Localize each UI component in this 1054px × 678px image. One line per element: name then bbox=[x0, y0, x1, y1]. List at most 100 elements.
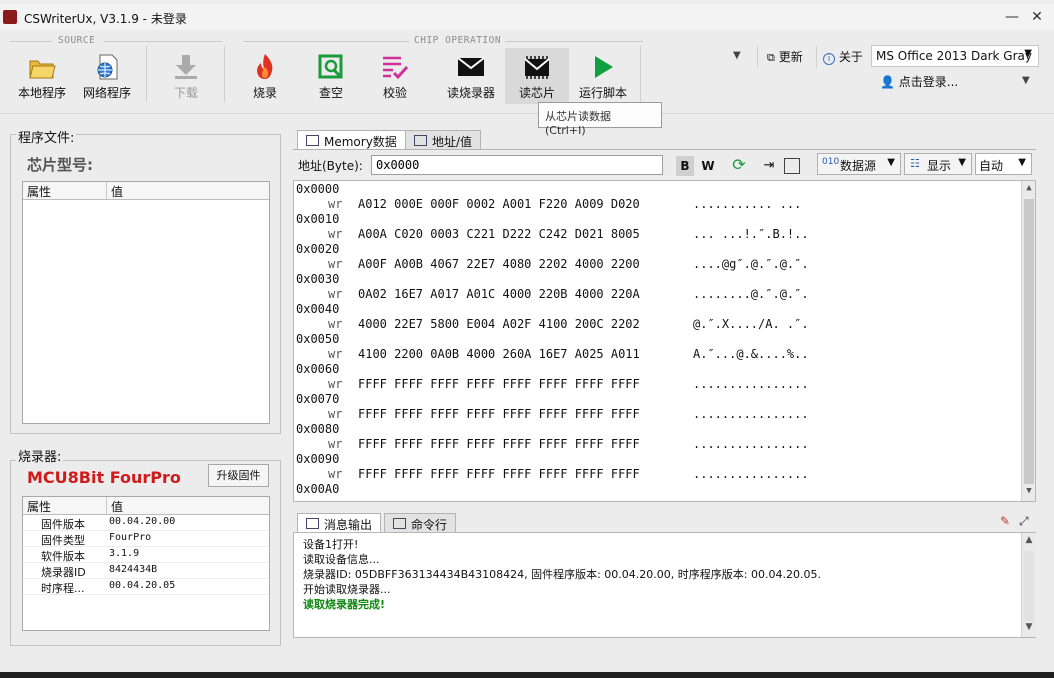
tab-memory-data[interactable]: Memory数据 bbox=[297, 130, 406, 150]
chevron-down-icon: ▼ bbox=[1018, 157, 1026, 168]
attr-column-header[interactable]: 属性 bbox=[23, 497, 107, 514]
export-icon[interactable]: ⇥ bbox=[760, 156, 778, 176]
about-button[interactable]: i 关于 bbox=[823, 48, 863, 65]
hex-ascii: @.″.X..../A. .″. bbox=[693, 317, 809, 331]
table-row[interactable]: 烧录器ID 8424434B bbox=[23, 563, 269, 579]
ribbon-toolbar: SOURCE CHIP OPERATION 本地程序 网络程序 下载 烧录 查空… bbox=[0, 30, 1054, 114]
play-icon bbox=[595, 56, 613, 78]
programmer-title: 烧录器: bbox=[16, 446, 64, 465]
scroll-down-icon[interactable]: ▼ bbox=[1022, 622, 1036, 636]
hex-wr-tag: wr bbox=[328, 227, 343, 241]
hex-ascii: ........... ... bbox=[693, 197, 802, 211]
app-window: CSWriterUx, V3.1.9 - 未登录 — ✕ SOURCE CHIP… bbox=[0, 0, 1054, 672]
verify-button[interactable]: 校验 bbox=[366, 48, 424, 104]
chevron-down-icon: ▼ bbox=[887, 157, 895, 168]
hex-address: 0x0030 bbox=[296, 272, 340, 286]
memory-tab-icon bbox=[306, 135, 319, 146]
hex-wr-tag: wr bbox=[328, 437, 343, 451]
download-button[interactable]: 下载 bbox=[157, 48, 215, 104]
burn-button[interactable]: 烧录 bbox=[236, 48, 294, 104]
group-line bbox=[505, 41, 643, 42]
memory-hex-view[interactable]: 0x0000 wr A012 000E 000F 0002 A001 F220 A0… bbox=[293, 180, 1036, 502]
toolbar-separator bbox=[816, 46, 817, 68]
chip-model-label: 芯片型号: bbox=[27, 156, 93, 174]
hex-address: 0x0070 bbox=[296, 392, 340, 406]
hex-wr-tag: wr bbox=[328, 467, 343, 481]
row-value: 00.04.20.05 bbox=[109, 580, 176, 591]
value-column-header[interactable]: 值 bbox=[107, 182, 269, 199]
user-icon: 👤 bbox=[880, 75, 895, 89]
table-row[interactable]: 固件类型 FourPro bbox=[23, 531, 269, 547]
source-group-caption: SOURCE bbox=[58, 35, 96, 46]
hex-words: 0A02 16E7 A017 A01C 4000 220B 4000 220A bbox=[358, 287, 640, 301]
attr-column-header[interactable]: 属性 bbox=[23, 182, 107, 199]
word-mode-button[interactable]: W bbox=[699, 156, 717, 176]
log-scroll-thumb[interactable] bbox=[1024, 551, 1034, 621]
display-dropdown[interactable]: ☷ 显示 ▼ bbox=[904, 153, 972, 175]
tab-memory-label: Memory数据 bbox=[324, 135, 397, 149]
scroll-up-icon[interactable]: ▲ bbox=[1022, 183, 1035, 197]
address-input[interactable] bbox=[371, 155, 663, 175]
datasource-dropdown[interactable]: 010 数据源 ▼ bbox=[817, 153, 901, 175]
hex-ascii: ....@g″.@.″.@.″. bbox=[693, 257, 809, 271]
scroll-down-icon[interactable]: ▼ bbox=[1022, 486, 1035, 500]
table-row[interactable]: 固件版本 00.04.20.00 bbox=[23, 515, 269, 531]
clear-log-icon[interactable]: ✎ bbox=[1000, 514, 1010, 528]
checklist-icon bbox=[383, 56, 409, 80]
message-output: 设备1打开! 读取设备信息... 烧录器ID: 05DBFF363134434B43… bbox=[293, 532, 1036, 638]
close-button[interactable]: ✕ bbox=[1028, 8, 1046, 26]
hex-address: 0x0020 bbox=[296, 242, 340, 256]
row-attr: 烧录器ID bbox=[41, 566, 86, 578]
group-line bbox=[104, 41, 222, 42]
minimize-button[interactable]: — bbox=[1003, 8, 1021, 26]
hex-scroll-thumb[interactable] bbox=[1024, 199, 1034, 484]
log-line: 读取设备信息... bbox=[303, 553, 380, 566]
hex-ascii: ................ bbox=[693, 407, 809, 421]
read-programmer-button[interactable]: 读烧录器 bbox=[438, 48, 504, 104]
hex-address: 0x0090 bbox=[296, 452, 340, 466]
upgrade-firmware-button[interactable]: 升级固件 bbox=[208, 464, 269, 487]
hex-ascii: ................ bbox=[693, 467, 809, 481]
image-icon[interactable] bbox=[784, 158, 800, 174]
blank-check-button[interactable]: 查空 bbox=[302, 48, 360, 104]
hex-words: 4000 22E7 5800 E004 A02F 4100 200C 2202 bbox=[358, 317, 640, 331]
network-program-button[interactable]: 网络程序 bbox=[78, 48, 136, 104]
group-line bbox=[243, 41, 409, 42]
tab-messages[interactable]: 消息输出 bbox=[297, 513, 382, 533]
theme-select[interactable]: MS Office 2013 Dark Gray ▼ bbox=[871, 45, 1039, 67]
hex-ascii: ................ bbox=[693, 377, 809, 391]
hex-ascii: ........@.″.@.″. bbox=[693, 287, 809, 301]
byte-mode-button[interactable]: B bbox=[676, 156, 694, 176]
program-attribute-grid: 属性 值 bbox=[22, 181, 270, 424]
read-chip-tooltip: 从芯片读数据 (Ctrl+I) bbox=[538, 102, 662, 137]
update-button[interactable]: ⧉ 更新 bbox=[767, 48, 803, 65]
hex-ascii: A.″...@.&....%.. bbox=[693, 347, 809, 361]
hex-scrollbar[interactable]: ▲ ▼ bbox=[1021, 181, 1035, 501]
hex-wr-tag: wr bbox=[328, 377, 343, 391]
address-tab-icon bbox=[414, 135, 427, 146]
folder-icon bbox=[29, 60, 56, 79]
log-scrollbar[interactable]: ▲ ▼ bbox=[1021, 533, 1036, 637]
taskbar-strip bbox=[0, 672, 1054, 678]
ribbon-options-dropdown[interactable]: ▼ bbox=[733, 50, 741, 61]
login-button[interactable]: 👤 点击登录... bbox=[880, 73, 958, 90]
row-value: 3.1.9 bbox=[109, 548, 140, 559]
scroll-up-icon[interactable]: ▲ bbox=[1022, 535, 1036, 549]
expand-icon[interactable]: ⤢ bbox=[1019, 514, 1029, 529]
tab-command-line[interactable]: 命令行 bbox=[384, 513, 457, 533]
login-dropdown-icon[interactable]: ▼ bbox=[1022, 75, 1030, 86]
messages-tab-icon bbox=[306, 518, 319, 529]
table-row[interactable]: 软件版本 3.1.9 bbox=[23, 547, 269, 563]
local-program-button[interactable]: 本地程序 bbox=[12, 48, 72, 104]
update-icon: ⧉ bbox=[767, 51, 775, 64]
read-chip-button[interactable]: 读芯片 bbox=[505, 48, 569, 104]
run-script-button[interactable]: 运行脚本 bbox=[572, 48, 634, 104]
read-programmer-label: 读烧录器 bbox=[446, 86, 495, 100]
auto-select-value: 自动 bbox=[979, 159, 1004, 173]
refresh-icon[interactable]: ⟳ bbox=[729, 156, 749, 176]
table-row[interactable]: 时序程... 00.04.20.05 bbox=[23, 579, 269, 595]
auto-select[interactable]: 自动 ▼ bbox=[975, 153, 1032, 175]
tab-address-value[interactable]: 地址/值 bbox=[405, 130, 482, 150]
value-column-header[interactable]: 值 bbox=[107, 497, 269, 514]
hex-wr-tag: wr bbox=[328, 287, 343, 301]
